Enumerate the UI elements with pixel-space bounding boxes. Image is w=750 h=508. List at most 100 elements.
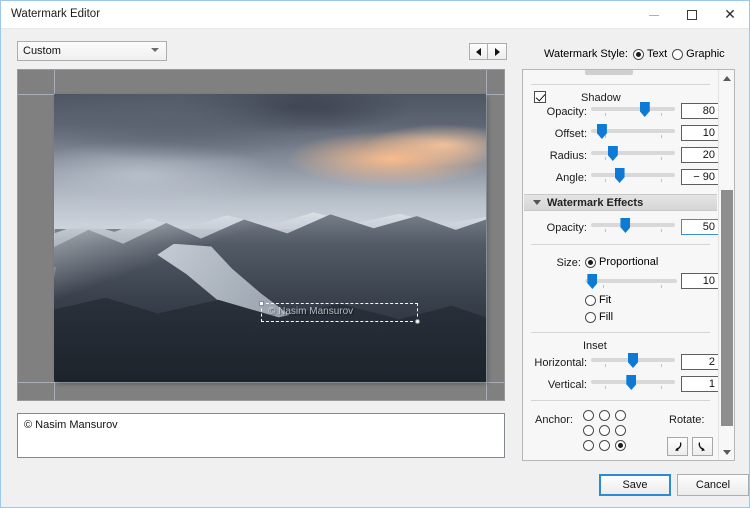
previous-image-button[interactable] — [469, 43, 488, 60]
window-controls: ✕ — [635, 1, 749, 29]
effects-opacity-slider[interactable] — [591, 218, 675, 233]
inset-title: Inset — [583, 340, 607, 352]
maximize-icon — [687, 10, 697, 20]
maximize-button[interactable] — [673, 1, 711, 29]
style-option-text[interactable]: Text — [632, 48, 667, 60]
rotate-clockwise-button[interactable] — [692, 437, 713, 456]
shadow-opacity-slider[interactable] — [591, 102, 675, 117]
slider-tick — [661, 285, 662, 288]
shadow-radius-value[interactable]: 20 — [681, 147, 721, 163]
anchor-grid[interactable] — [583, 410, 631, 455]
slider-thumb[interactable] — [626, 375, 637, 390]
shadow-angle-slider[interactable] — [591, 168, 675, 183]
resize-handle-top-left[interactable] — [259, 301, 264, 306]
close-button[interactable]: ✕ — [711, 1, 749, 29]
watermark-selection-box[interactable]: © Nasim Mansurov — [259, 301, 420, 324]
shadow-checkbox[interactable] — [534, 91, 546, 103]
shadow-opacity-label: Opacity: — [546, 106, 587, 118]
slider-thumb[interactable] — [639, 102, 650, 117]
watermark-style-label: Watermark Style: — [544, 48, 628, 60]
shadow-radius-slider[interactable] — [591, 146, 675, 161]
size-proportional-value[interactable]: 10 — [681, 273, 721, 289]
watermark-style-group: Watermark Style: Text Graphic — [544, 48, 725, 60]
watermark-text-value: © Nasim Mansurov — [24, 419, 118, 431]
anchor-bottom-center[interactable] — [599, 440, 610, 451]
style-option-graphic[interactable]: Graphic — [672, 48, 725, 60]
slider-track — [591, 223, 675, 227]
save-button[interactable]: Save — [599, 474, 671, 496]
window-title: Watermark Editor — [11, 8, 101, 20]
radio-fit-icon[interactable] — [585, 294, 596, 306]
shadow-radius-label: Radius: — [549, 150, 587, 162]
slider-tick — [605, 229, 606, 232]
size-option-fit-label: Fit — [599, 294, 612, 306]
radio-proportional-icon[interactable] — [585, 256, 596, 268]
shadow-angle-label: Angle: — [555, 172, 587, 184]
slider-thumb[interactable] — [628, 353, 638, 368]
anchor-top-center[interactable] — [599, 410, 610, 421]
cancel-button[interactable]: Cancel — [677, 474, 749, 496]
effects-opacity-value[interactable]: 50 — [681, 219, 721, 235]
slider-thumb[interactable] — [607, 146, 618, 161]
rotate-label: Rotate: — [669, 414, 705, 426]
shadow-offset-value[interactable]: 10 — [681, 125, 721, 141]
inset-vertical-value[interactable]: 1 — [681, 376, 721, 392]
anchor-bottom-left[interactable] — [583, 440, 594, 451]
anchor-bottom-right[interactable] — [615, 440, 626, 451]
photo-sky — [54, 94, 486, 230]
scroll-up-button[interactable] — [719, 70, 734, 86]
rotate-counterclockwise-button[interactable] — [667, 437, 688, 456]
slider-tick — [605, 157, 606, 160]
radio-graphic-icon[interactable] — [672, 48, 684, 60]
anchor-top-right[interactable] — [615, 410, 626, 421]
radio-text-icon[interactable] — [632, 48, 644, 60]
anchor-middle-right[interactable] — [615, 425, 626, 436]
image-preview-pane[interactable]: © Nasim Mansurov — [17, 69, 505, 401]
preview-photo — [54, 94, 486, 382]
resize-handle-bottom-right[interactable] — [415, 319, 420, 324]
watermark-editor-window: Watermark Editor ✕ Custom Watermark Styl… — [0, 0, 750, 508]
anchor-middle-left[interactable] — [583, 425, 594, 436]
slider-tick — [605, 135, 606, 138]
settings-panel-scrollbar[interactable] — [718, 70, 734, 460]
slider-track — [591, 173, 675, 177]
divider-inset-anchor — [531, 400, 710, 401]
partial-slider-above[interactable] — [585, 70, 633, 75]
preset-dropdown[interactable]: Custom — [17, 41, 167, 61]
slider-tick — [605, 179, 606, 182]
anchor-middle-center[interactable] — [599, 425, 610, 436]
size-option-fill[interactable]: Fill — [585, 311, 613, 323]
shadow-angle-value[interactable]: − 90 — [681, 169, 721, 185]
size-option-proportional[interactable]: Proportional — [585, 256, 658, 268]
inset-horizontal-slider[interactable] — [591, 353, 675, 368]
slider-thumb[interactable] — [620, 218, 631, 233]
anchor-top-left[interactable] — [583, 410, 594, 421]
shadow-offset-slider[interactable] — [591, 124, 675, 139]
size-option-fit[interactable]: Fit — [585, 294, 611, 306]
slider-tick — [605, 113, 606, 116]
slider-thumb[interactable] — [587, 274, 598, 289]
minimize-button[interactable] — [635, 1, 673, 29]
size-proportional-slider[interactable] — [585, 274, 677, 289]
slider-thumb[interactable] — [614, 168, 625, 183]
watermark-effects-header[interactable]: Watermark Effects — [524, 194, 717, 211]
anchor-label: Anchor: — [535, 414, 573, 426]
next-image-button[interactable] — [488, 43, 507, 60]
scrollbar-thumb[interactable] — [721, 190, 733, 426]
divider-top — [531, 84, 710, 85]
photo-texture — [54, 266, 486, 382]
slider-tick — [661, 113, 662, 116]
settings-panel: Shadow Opacity: 80 Offset: 10 Radius: 20… — [522, 69, 735, 461]
triangle-down-icon — [533, 200, 541, 205]
inset-vertical-slider[interactable] — [591, 375, 675, 390]
watermark-text-input[interactable]: © Nasim Mansurov — [17, 413, 505, 458]
divider-effects-size — [531, 244, 710, 245]
radio-fill-icon[interactable] — [585, 311, 596, 323]
scroll-down-button[interactable] — [719, 444, 734, 460]
settings-panel-content: Shadow Opacity: 80 Offset: 10 Radius: 20… — [523, 70, 721, 460]
slider-tick — [605, 386, 606, 389]
size-label: Size: — [556, 257, 581, 269]
slider-tick — [603, 285, 604, 288]
inset-horizontal-value[interactable]: 2 — [681, 354, 721, 370]
shadow-opacity-value[interactable]: 80 — [681, 103, 721, 119]
